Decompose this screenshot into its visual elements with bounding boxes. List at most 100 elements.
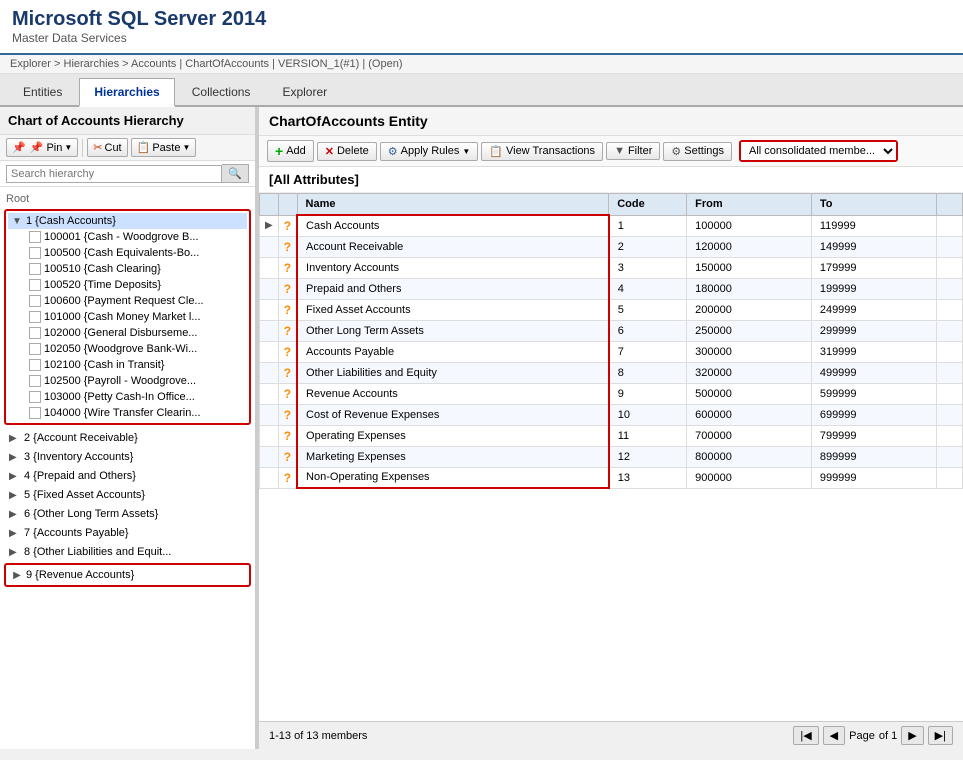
filter-button[interactable]: ▼ Filter <box>606 142 660 160</box>
expand-icon-7[interactable]: ▶ <box>9 528 21 539</box>
checkbox-2[interactable] <box>29 247 41 259</box>
table-row[interactable]: ? Inventory Accounts 3 150000 179999 <box>260 257 963 278</box>
checkbox-3[interactable] <box>29 263 41 275</box>
checkbox-10[interactable] <box>29 375 41 387</box>
expand-icon-6[interactable]: ▶ <box>9 509 21 520</box>
checkbox-9[interactable] <box>29 359 41 371</box>
table-row[interactable]: ? Marketing Expenses 12 800000 899999 <box>260 446 963 467</box>
expand-icon-9[interactable]: ▶ <box>11 570 23 581</box>
member-dropdown[interactable]: All consolidated membe... Leaf members C… <box>741 142 896 160</box>
row-expand-cell[interactable] <box>260 404 279 425</box>
col-from[interactable]: From <box>687 194 812 216</box>
row-to-cell: 319999 <box>811 341 936 362</box>
tab-hierarchies[interactable]: Hierarchies <box>79 78 174 107</box>
tree-item-group2[interactable]: ▶ 2 {Account Receivable} <box>4 429 251 447</box>
first-page-button[interactable]: |◀ <box>793 726 818 745</box>
col-name[interactable]: Name <box>297 194 609 216</box>
row-expand-cell[interactable] <box>260 425 279 446</box>
tree-child-item[interactable]: 100520 {Time Deposits} <box>26 277 247 293</box>
row-expand-cell[interactable] <box>260 278 279 299</box>
checkbox-4[interactable] <box>29 279 41 291</box>
table-row[interactable]: ? Other Long Term Assets 6 250000 299999 <box>260 320 963 341</box>
search-input[interactable] <box>6 165 222 183</box>
row-name-cell: Cost of Revenue Expenses <box>297 404 609 425</box>
tree-item-group1[interactable]: ▼ 1 {Cash Accounts} <box>8 213 247 229</box>
row-expand-cell[interactable] <box>260 446 279 467</box>
tree-item-group9[interactable]: ▶ 9 {Revenue Accounts} <box>8 567 247 583</box>
table-container[interactable]: Name Code From To ▶ ? Cash Accounts 1 10… <box>259 193 963 721</box>
next-page-button[interactable]: ▶ <box>901 726 923 745</box>
checkbox-12[interactable] <box>29 407 41 419</box>
table-row[interactable]: ? Fixed Asset Accounts 5 200000 249999 <box>260 299 963 320</box>
last-page-button[interactable]: ▶| <box>928 726 953 745</box>
tree-item-group6[interactable]: ▶ 6 {Other Long Term Assets} <box>4 505 251 523</box>
expand-icon-5[interactable]: ▶ <box>9 490 21 501</box>
tree-child-item[interactable]: 102100 {Cash in Transit} <box>26 357 247 373</box>
prev-page-button[interactable]: ◀ <box>823 726 845 745</box>
tree-child-item[interactable]: 104000 {Wire Transfer Clearin... <box>26 405 247 421</box>
tree-child-item[interactable]: 100001 {Cash - Woodgrove B... <box>26 229 247 245</box>
tree-child-item[interactable]: 103000 {Petty Cash-In Office... <box>26 389 247 405</box>
tree-group-1: ▼ 1 {Cash Accounts} 100001 {Cash - Woodg… <box>4 209 251 425</box>
add-button[interactable]: + Add <box>267 140 314 162</box>
row-expand-cell[interactable] <box>260 383 279 404</box>
pin-button[interactable]: 📌 📌 Pin ▼ <box>6 138 78 157</box>
tree-item-group4[interactable]: ▶ 4 {Prepaid and Others} <box>4 467 251 485</box>
tree-item-group3[interactable]: ▶ 3 {Inventory Accounts} <box>4 448 251 466</box>
delete-button[interactable]: ✕ Delete <box>317 142 377 161</box>
row-expand-cell[interactable] <box>260 320 279 341</box>
tree-item-group7[interactable]: ▶ 7 {Accounts Payable} <box>4 524 251 542</box>
expand-icon-2[interactable]: ▶ <box>9 433 21 444</box>
row-expand-cell[interactable] <box>260 236 279 257</box>
row-code-cell: 10 <box>609 404 687 425</box>
table-row[interactable]: ? Prepaid and Others 4 180000 199999 <box>260 278 963 299</box>
expand-icon-1[interactable]: ▼ <box>11 216 23 227</box>
paste-button[interactable]: 📋 Paste ▼ <box>131 138 197 157</box>
row-expand-cell[interactable] <box>260 257 279 278</box>
row-expand-cell[interactable] <box>260 299 279 320</box>
row-expand-cell[interactable] <box>260 341 279 362</box>
table-row[interactable]: ? Non-Operating Expenses 13 900000 99999… <box>260 467 963 488</box>
tab-explorer[interactable]: Explorer <box>267 78 342 105</box>
checkbox-1[interactable] <box>29 231 41 243</box>
tab-collections[interactable]: Collections <box>177 78 266 105</box>
tree-child-item[interactable]: 102050 {Woodgrove Bank-Wi... <box>26 341 247 357</box>
tree-child-item[interactable]: 102000 {General Disburseme... <box>26 325 247 341</box>
expand-icon-3[interactable]: ▶ <box>9 452 21 463</box>
tree-item-group8[interactable]: ▶ 8 {Other Liabilities and Equit... <box>4 543 251 561</box>
checkbox-5[interactable] <box>29 295 41 307</box>
tree-item-group5[interactable]: ▶ 5 {Fixed Asset Accounts} <box>4 486 251 504</box>
view-transactions-button[interactable]: 📋 View Transactions <box>481 142 603 161</box>
checkbox-7[interactable] <box>29 327 41 339</box>
tree-child-item[interactable]: 101000 {Cash Money Market l... <box>26 309 247 325</box>
row-expand-cell[interactable] <box>260 362 279 383</box>
row-expand-cell[interactable]: ▶ <box>260 215 279 236</box>
row-name-cell: Other Long Term Assets <box>297 320 609 341</box>
tree-child-item[interactable]: 100510 {Cash Clearing} <box>26 261 247 277</box>
table-row[interactable]: ? Revenue Accounts 9 500000 599999 <box>260 383 963 404</box>
table-row[interactable]: ? Account Receivable 2 120000 149999 <box>260 236 963 257</box>
table-row[interactable]: ? Accounts Payable 7 300000 319999 <box>260 341 963 362</box>
row-expand-cell[interactable] <box>260 467 279 488</box>
checkbox-8[interactable] <box>29 343 41 355</box>
table-row[interactable]: ? Cost of Revenue Expenses 10 600000 699… <box>260 404 963 425</box>
apply-rules-button[interactable]: ⚙ Apply Rules ▼ <box>380 142 479 161</box>
col-code[interactable]: Code <box>609 194 687 216</box>
expand-icon-4[interactable]: ▶ <box>9 471 21 482</box>
cut-button[interactable]: ✂ Cut <box>87 138 127 157</box>
table-row[interactable]: ▶ ? Cash Accounts 1 100000 119999 <box>260 215 963 236</box>
col-to[interactable]: To <box>811 194 936 216</box>
table-row[interactable]: ? Operating Expenses 11 700000 799999 <box>260 425 963 446</box>
tree-child-item[interactable]: 100500 {Cash Equivalents-Bo... <box>26 245 247 261</box>
tab-entities[interactable]: Entities <box>8 78 77 105</box>
tree-child-item[interactable]: 100600 {Payment Request Cle... <box>26 293 247 309</box>
checkbox-6[interactable] <box>29 311 41 323</box>
search-button[interactable]: 🔍 <box>222 164 249 183</box>
checkbox-11[interactable] <box>29 391 41 403</box>
settings-button[interactable]: ⚙ Settings <box>663 142 732 161</box>
row-from-cell: 100000 <box>687 215 812 236</box>
row-icon-cell: ? <box>278 467 297 488</box>
expand-icon-8[interactable]: ▶ <box>9 547 21 558</box>
tree-child-item[interactable]: 102500 {Payroll - Woodgrove... <box>26 373 247 389</box>
table-row[interactable]: ? Other Liabilities and Equity 8 320000 … <box>260 362 963 383</box>
